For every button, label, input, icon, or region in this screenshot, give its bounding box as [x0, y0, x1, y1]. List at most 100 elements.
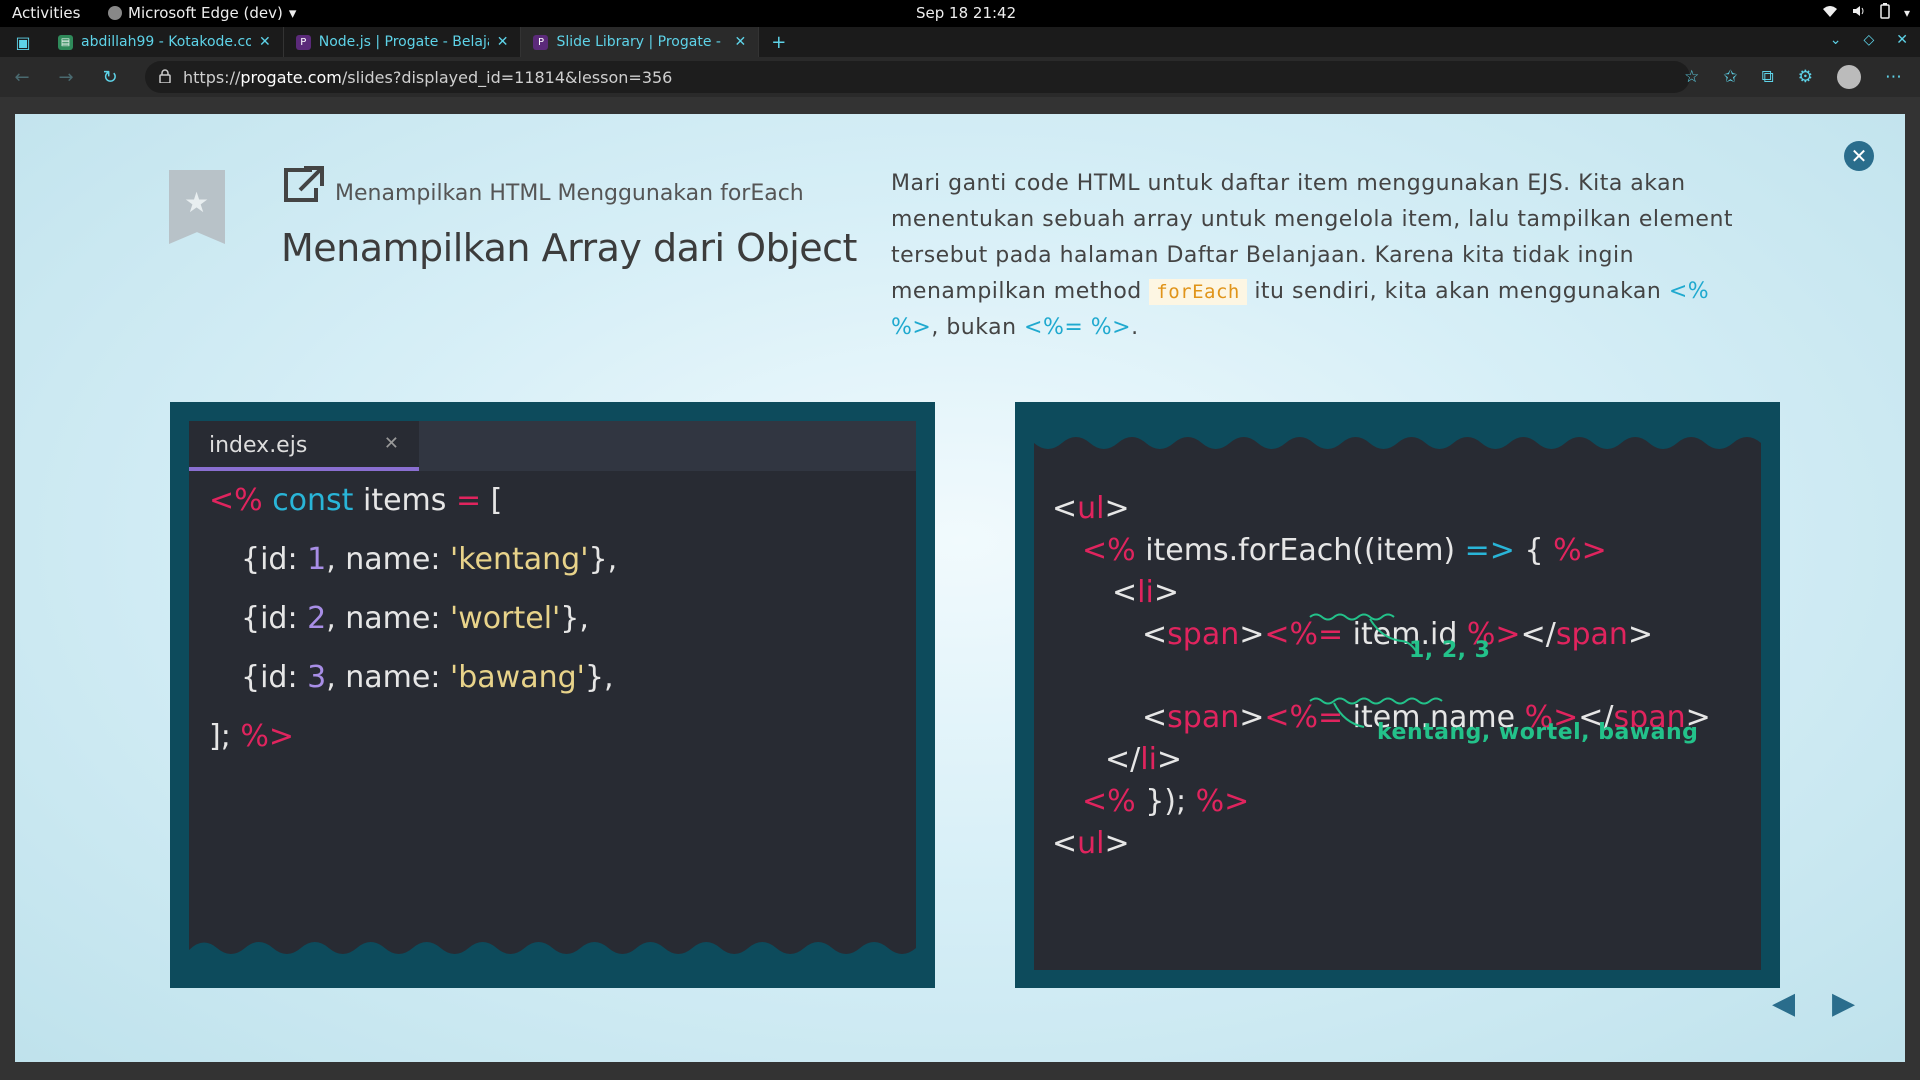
- tab-search-icon[interactable]: ⌄: [1830, 32, 1842, 48]
- new-tab-icon[interactable]: +: [771, 32, 786, 53]
- desc-text: itu sendiri, kita akan menggunakan: [1246, 279, 1669, 304]
- window-close-icon[interactable]: ✕: [1896, 32, 1908, 48]
- refresh-icon[interactable]: ↻: [88, 67, 132, 88]
- system-top-bar: Activities Microsoft Edge (dev) ▾ Sep 18…: [0, 0, 1920, 27]
- back-icon[interactable]: ←: [0, 67, 44, 88]
- desc-text: .: [1131, 315, 1139, 340]
- code-token: 1: [307, 542, 327, 577]
- output-view: <ul> <% items.forEach((item) => { %> <li> <…: [1034, 421, 1761, 970]
- code-editor: index.ejs ✕ <% const items = [{id: 1, na…: [189, 421, 916, 970]
- forward-icon[interactable]: →: [44, 67, 88, 88]
- activities-button[interactable]: Activities: [12, 4, 80, 22]
- progate-favicon-icon: P: [295, 34, 311, 50]
- next-slide-icon[interactable]: ▶: [1832, 986, 1855, 1021]
- clock[interactable]: Sep 18 21:42: [916, 4, 1016, 22]
- code-line: <% const items = [: [209, 483, 502, 518]
- code-token: , name:: [326, 660, 450, 695]
- code-token: {id:: [241, 542, 308, 577]
- external-link-icon[interactable]: [282, 164, 326, 213]
- code-token: const: [272, 483, 354, 518]
- code-token: 3: [307, 660, 327, 695]
- extensions-icon[interactable]: ⚙: [1798, 67, 1813, 87]
- code-panel: index.ejs ✕ <% const items = [{id: 1, na…: [170, 402, 935, 988]
- code-token: 'wortel': [450, 601, 561, 636]
- tab-kotakode[interactable]: ▤ abdillah99 - Kotakode.com ✕: [46, 27, 284, 57]
- volume-icon: [1852, 4, 1866, 22]
- code-token: 'kentang': [450, 542, 589, 577]
- code-token: 'bawang': [450, 660, 585, 695]
- url-input[interactable]: https://progate.com/slides?displayed_id=…: [145, 61, 1690, 93]
- file-tab-label: index.ejs: [209, 433, 308, 458]
- annotation-ids: 1, 2, 3: [1409, 638, 1491, 663]
- code-token: 2: [307, 601, 327, 636]
- code-token: items: [353, 483, 456, 518]
- power-menu-icon: ▾: [1903, 6, 1910, 20]
- wave-decoration: [189, 942, 916, 970]
- output-panel: <ul> <% items.forEach((item) => { %> <li> <…: [1015, 402, 1780, 988]
- inline-code-foreach: forEach: [1149, 279, 1247, 305]
- annotation-squiggles: [1309, 613, 1443, 728]
- profile-avatar[interactable]: [1837, 65, 1861, 89]
- prev-slide-icon[interactable]: ◀: [1772, 986, 1795, 1021]
- wifi-icon: [1822, 4, 1838, 22]
- url-path: /slides?displayed_id=11814&lesson=356: [341, 67, 673, 87]
- editor-tab-strip: index.ejs ✕: [189, 421, 916, 471]
- edge-icon: [108, 6, 122, 20]
- progate-favicon-icon: P: [533, 34, 549, 50]
- code-line: {id: 3, name: 'bawang'},: [241, 660, 614, 695]
- desc-text: , bukan: [931, 315, 1025, 340]
- tab-title: Node.js | Progate - Belajar: [318, 34, 489, 50]
- tab-slide-library[interactable]: P Slide Library | Progate - Belajar ✕: [521, 27, 760, 57]
- page-viewport: ★ Menampilkan HTML Menggunakan forEach M…: [0, 97, 1920, 1080]
- code-token: },: [560, 601, 589, 636]
- slide-title: Menampilkan Array dari Object: [281, 226, 857, 270]
- code-token: },: [588, 542, 618, 577]
- code-token: [: [481, 483, 503, 518]
- star-icon: ★: [184, 186, 210, 219]
- tab-bar: ▣ ▤ abdillah99 - Kotakode.com ✕ P Node.j…: [0, 27, 1920, 57]
- kotakode-favicon-icon: ▤: [58, 34, 73, 50]
- code-token: {id:: [241, 660, 308, 695]
- code-line: {id: 1, name: 'kentang'},: [241, 542, 617, 577]
- battery-icon: [1880, 3, 1890, 23]
- app-menu[interactable]: Microsoft Edge (dev) ▾: [108, 4, 296, 22]
- close-tab-icon[interactable]: ✕: [734, 34, 746, 50]
- close-slide-button[interactable]: ✕: [1844, 141, 1874, 171]
- code-token: %>: [240, 719, 295, 754]
- code-token: {id:: [241, 601, 308, 636]
- slide-description: Mari ganti code HTML untuk daftar item m…: [891, 166, 1751, 346]
- code-line: ]; %>: [209, 719, 294, 754]
- more-menu-icon[interactable]: ⋯: [1885, 67, 1902, 87]
- slide-subtitle: Menampilkan HTML Menggunakan forEach: [335, 181, 804, 206]
- edge-dev-icon[interactable]: ◇: [1863, 32, 1874, 48]
- close-file-icon[interactable]: ✕: [384, 433, 399, 454]
- code-token: , name:: [326, 601, 450, 636]
- favorites-icon[interactable]: ✩: [1723, 67, 1737, 87]
- system-tray[interactable]: ▾: [1822, 3, 1910, 23]
- tab-actions-icon[interactable]: ▣: [0, 33, 46, 52]
- close-tab-icon[interactable]: ✕: [259, 34, 271, 50]
- app-name-label: Microsoft Edge (dev): [128, 4, 283, 22]
- lock-icon: [159, 68, 171, 87]
- code-token: },: [584, 660, 614, 695]
- url-host: progate.com: [240, 67, 342, 87]
- collections-icon[interactable]: ⧉: [1762, 67, 1774, 87]
- tab-title: abdillah99 - Kotakode.com: [81, 34, 251, 50]
- code-token: =: [455, 483, 482, 518]
- tab-title: Slide Library | Progate - Belajar: [556, 34, 726, 50]
- annotation-names: kentang, wortel, bawang: [1377, 720, 1699, 745]
- chevron-down-icon: ▾: [288, 4, 297, 22]
- url-prefix: https://: [183, 67, 241, 87]
- tab-nodejs-progate[interactable]: P Node.js | Progate - Belajar ✕: [284, 27, 522, 57]
- add-favorite-icon[interactable]: ☆: [1684, 67, 1699, 87]
- code-token: ];: [209, 719, 241, 754]
- code-line: {id: 2, name: 'wortel'},: [241, 601, 589, 636]
- close-tab-icon[interactable]: ✕: [497, 34, 509, 50]
- file-tab[interactable]: index.ejs ✕: [189, 421, 419, 471]
- bookmark-button[interactable]: ★: [169, 170, 225, 244]
- slide-modal: ★ Menampilkan HTML Menggunakan forEach M…: [15, 114, 1905, 1062]
- code-token: , name:: [326, 542, 450, 577]
- inline-tag-output: <%= %>: [1024, 315, 1132, 340]
- code-token: <%: [209, 483, 273, 518]
- address-bar-row: ← → ↻ https://progate.com/slides?display…: [0, 57, 1920, 97]
